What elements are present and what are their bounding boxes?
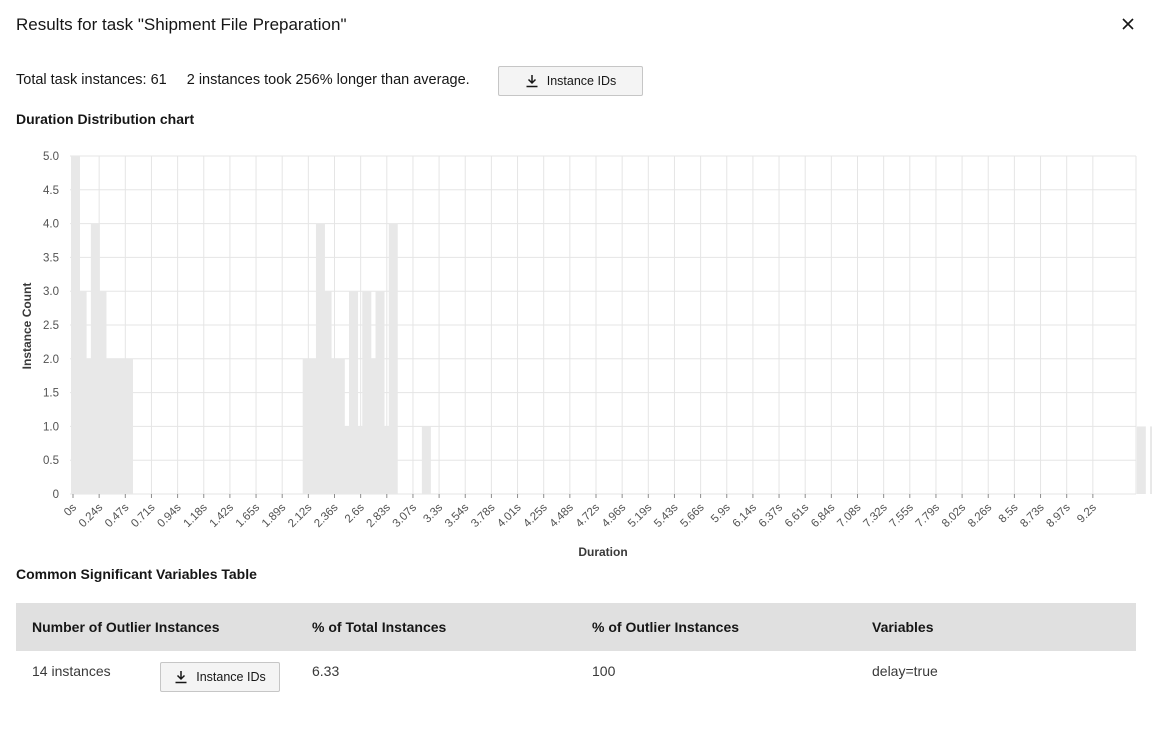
close-button[interactable] (1116, 12, 1140, 36)
x-tick-label: 6.14s (731, 501, 760, 530)
x-tick-label: 2.6s (343, 501, 367, 525)
bar (421, 426, 431, 494)
x-tick-label: 4.96s (600, 501, 629, 530)
y-axis-title: Instance Count (20, 283, 34, 370)
x-tick-label: 6.37s (757, 501, 786, 530)
y-tick-label: 3.0 (43, 286, 59, 298)
y-tick-label: 4.0 (43, 219, 59, 231)
x-tick-label: 0s (62, 501, 79, 518)
y-tick-label: 0.5 (43, 455, 59, 467)
table-section-title: Common Significant Variables Table (16, 566, 257, 582)
outlier-summary-text: 2 instances took 256% longer than averag… (186, 72, 470, 88)
x-tick-label: 8.73s (1018, 501, 1047, 530)
x-tick-label: 2.36s (312, 501, 341, 530)
x-tick-label: 3.54s (443, 501, 472, 530)
x-tick-label: 8.5s (997, 501, 1021, 525)
y-tick-label: 1.5 (43, 388, 59, 400)
cell-instances: 14 instances (32, 663, 111, 679)
x-tick-label: 4.01s (495, 501, 524, 530)
modal-title: Results for task "Shipment File Preparat… (16, 15, 347, 34)
chart-section-title: Duration Distribution chart (16, 111, 195, 127)
x-tick-label: 3.3s (421, 501, 445, 525)
table-header: Number of Outlier Instances % of Total I… (16, 603, 1136, 651)
x-tick-label: 6.84s (809, 501, 838, 530)
x-tick-label: 7.79s (914, 501, 943, 530)
header-outlier-instances: Number of Outlier Instances (32, 619, 220, 635)
x-tick-label: 3.07s (391, 501, 420, 530)
x-tick-label: 1.89s (260, 501, 289, 530)
instance-ids-button-label: Instance IDs (546, 74, 617, 88)
row-instance-ids-button[interactable]: Instance IDs (160, 662, 280, 692)
x-tick-label: 3.78s (469, 501, 498, 530)
x-tick-label: 5.66s (678, 501, 707, 530)
x-tick-label: 6.61s (783, 501, 812, 530)
y-tick-label: 2.5 (43, 320, 59, 332)
y-tick-label: 1.0 (43, 421, 59, 433)
bar (1136, 426, 1146, 494)
x-axis-title: Duration (578, 545, 627, 559)
header-pct-total: % of Total Instances (312, 619, 447, 635)
x-tick-label: 1.42s (208, 501, 237, 530)
x-tick-label: 0.24s (77, 501, 106, 530)
duration-distribution-chart: 0 0.5 1.0 1.5 2.0 2.5 3.0 3.5 4.0 4.5 5.0 0s 0.24s 0.… (0, 140, 1152, 565)
x-tick-label: 7.32s (861, 501, 890, 530)
x-tick-label: 1.65s (234, 501, 263, 530)
y-tick-label: 3.5 (43, 252, 59, 264)
x-tick-label: 5.9s (709, 501, 733, 525)
x-tick-label: 5.43s (652, 501, 681, 530)
chart-svg: 00.51.01.52.02.53.03.54.04.55.00s0.24s0.… (20, 151, 1152, 559)
header-variables: Variables (872, 619, 934, 635)
x-tick-label: 8.97s (1044, 501, 1073, 530)
instance-ids-button[interactable]: Instance IDs (498, 66, 643, 96)
x-tick-label: 4.48s (548, 501, 577, 530)
x-tick-label: 9.2s (1075, 501, 1099, 525)
cell-variables: delay=true (872, 663, 938, 679)
header-pct-outlier: % of Outlier Instances (592, 619, 740, 635)
x-tick-label: 0.47s (103, 501, 132, 530)
y-tick-label: 4.5 (43, 185, 59, 197)
x-tick-label: 2.83s (365, 501, 394, 530)
bar (388, 223, 398, 494)
x-tick-label: 8.02s (940, 501, 969, 530)
y-tick-label: 2.0 (43, 354, 59, 366)
x-tick-label: 0.94s (155, 501, 184, 530)
x-tick-label: 4.72s (574, 501, 603, 530)
download-icon (175, 671, 187, 684)
y-tick-label: 5.0 (43, 151, 59, 163)
download-icon (526, 75, 538, 88)
total-instances-label: Total task instances: 61 (16, 72, 167, 88)
close-icon (1122, 18, 1134, 30)
summary-row: Total task instances: 61 2 instances took… (16, 72, 470, 88)
x-tick-label: 5.19s (626, 501, 655, 530)
x-tick-label: 8.26s (966, 501, 995, 530)
x-tick-label: 7.55s (888, 501, 917, 530)
cell-pct-total: 6.33 (312, 663, 340, 679)
x-tick-label: 0.71s (129, 501, 158, 530)
cell-pct-outlier: 100 (592, 663, 616, 679)
bar (123, 358, 133, 494)
x-tick-label: 4.25s (521, 501, 550, 530)
row-instance-ids-button-label: Instance IDs (196, 670, 266, 684)
x-tick-label: 7.08s (835, 501, 864, 530)
x-tick-label: 2.12s (286, 501, 315, 530)
x-tick-label: 1.18s (181, 501, 210, 530)
y-tick-label: 0 (53, 489, 59, 501)
